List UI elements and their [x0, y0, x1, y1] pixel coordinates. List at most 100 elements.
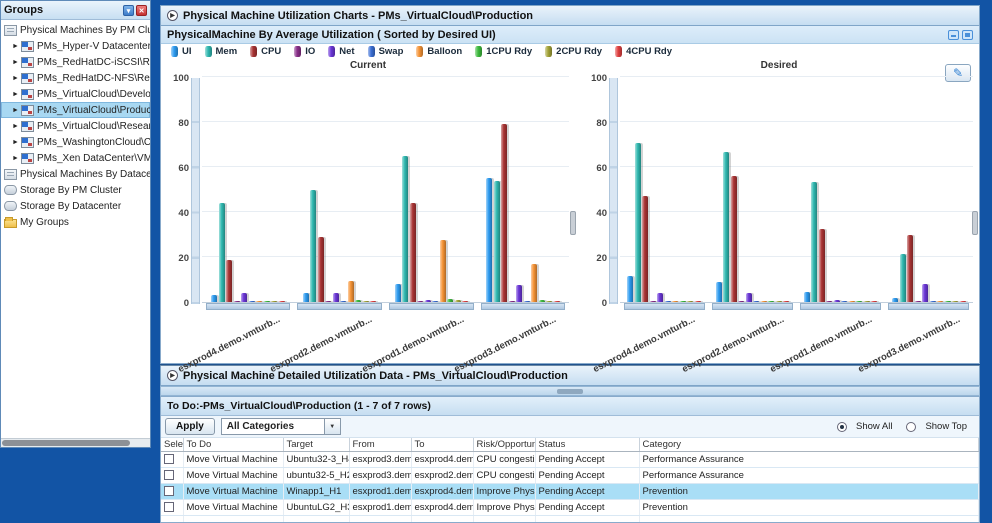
bar-swap[interactable]: [753, 301, 760, 302]
bar-ui[interactable]: [715, 281, 722, 302]
bar-mem[interactable]: [811, 181, 818, 302]
sidebar-item-pms-xen-datacenter-vmturbopro[interactable]: ► PMs_Xen DataCenter\VMTurboPro: [1, 150, 150, 166]
bar-swap[interactable]: [248, 301, 255, 302]
bar-io[interactable]: [914, 301, 921, 302]
bar-balloon[interactable]: [347, 280, 354, 302]
bar-cpu[interactable]: [317, 236, 324, 302]
bar-2cpu-rdy[interactable]: [362, 301, 369, 302]
bar-mem[interactable]: [634, 143, 641, 302]
bar-1cpu-rdy[interactable]: [355, 300, 362, 302]
table-row[interactable]: Move Virtual Machine Winapp1_H1 esxprod1.d…: [161, 483, 979, 500]
bar-net[interactable]: [745, 293, 752, 302]
bar-balloon[interactable]: [848, 301, 855, 302]
bar-ui[interactable]: [394, 284, 401, 302]
bar-1cpu-rdy[interactable]: [679, 301, 686, 302]
bar-1cpu-rdy[interactable]: [447, 298, 454, 302]
charts-section-header[interactable]: ▶ Physical Machine Utilization Charts - …: [160, 5, 980, 26]
bar-swap[interactable]: [841, 301, 848, 302]
bar-mem[interactable]: [723, 152, 730, 302]
show-top-radio[interactable]: [906, 421, 917, 432]
bar-1cpu-rdy[interactable]: [768, 301, 775, 302]
row-checkbox[interactable]: [164, 485, 174, 496]
chart-divider-grip[interactable]: [570, 211, 576, 235]
bar-io[interactable]: [649, 301, 656, 302]
bar-net[interactable]: [241, 293, 248, 302]
expand-arrow-icon[interactable]: ►: [12, 107, 21, 114]
sidebar-item-pms-redhatdc-iscsi-redhatclus[interactable]: ► PMs_RedHatDC-iSCSI\RedhatClus: [1, 54, 150, 70]
expand-arrow-icon[interactable]: ►: [12, 139, 21, 146]
table-row[interactable]: Move Virtual Machine UbuntuLG2_H3 esxprod1…: [161, 499, 979, 516]
bar-swap[interactable]: [340, 301, 347, 302]
sidebar-item-pms-virtualcloud-development[interactable]: ► PMs_VirtualCloud\Development: [1, 86, 150, 102]
bar-net[interactable]: [424, 299, 431, 302]
bar-4cpu-rdy[interactable]: [462, 300, 469, 302]
expand-arrow-icon[interactable]: ►: [12, 59, 21, 66]
bar-net[interactable]: [833, 299, 840, 302]
row-checkbox[interactable]: [164, 501, 174, 512]
column-header-target[interactable]: Target: [283, 438, 350, 452]
bar-cpu[interactable]: [907, 234, 914, 302]
splitter-grip[interactable]: [557, 389, 583, 394]
sidebar-item-storage-by-datacenter[interactable]: Storage By Datacenter: [1, 198, 150, 214]
row-checkbox[interactable]: [164, 453, 174, 464]
sidebar-item-pms-virtualcloud-research[interactable]: ► PMs_VirtualCloud\Research: [1, 118, 150, 134]
bar-io[interactable]: [233, 301, 240, 302]
sidebar-item-my-groups[interactable]: My Groups: [1, 214, 150, 230]
sidebar-item-pms-redhatdc-nfs-redhatcluste[interactable]: ► PMs_RedHatDC-NFS\RedHatCluste: [1, 70, 150, 86]
bar-2cpu-rdy[interactable]: [687, 301, 694, 302]
bar-cpu[interactable]: [501, 124, 508, 302]
bar-swap[interactable]: [664, 301, 671, 302]
column-header-risk-opportunity[interactable]: Risk/Opportunity: [473, 438, 536, 452]
column-header-from[interactable]: From: [349, 438, 412, 452]
expand-arrow-icon[interactable]: ►: [12, 91, 21, 98]
bar-io[interactable]: [508, 300, 515, 302]
bar-mem[interactable]: [493, 180, 500, 302]
bar-balloon[interactable]: [531, 263, 538, 302]
bar-2cpu-rdy[interactable]: [546, 300, 553, 302]
maximize-icon[interactable]: [962, 29, 973, 40]
bar-4cpu-rdy[interactable]: [553, 300, 560, 302]
bar-swap[interactable]: [432, 301, 439, 302]
bar-ui[interactable]: [803, 291, 810, 302]
bar-1cpu-rdy[interactable]: [538, 299, 545, 302]
bar-io[interactable]: [325, 301, 332, 302]
bar-1cpu-rdy[interactable]: [944, 301, 951, 302]
bar-4cpu-rdy[interactable]: [370, 301, 377, 302]
expand-icon[interactable]: ▶: [167, 10, 178, 21]
bar-net[interactable]: [657, 293, 664, 302]
close-icon[interactable]: ✕: [136, 4, 147, 16]
bar-1cpu-rdy[interactable]: [263, 301, 270, 302]
bar-ui[interactable]: [486, 178, 493, 302]
bar-1cpu-rdy[interactable]: [856, 301, 863, 302]
bar-ui[interactable]: [627, 276, 634, 302]
bar-4cpu-rdy[interactable]: [783, 301, 790, 302]
sidebar-horizontal-scrollbar[interactable]: [1, 438, 150, 447]
bar-io[interactable]: [738, 301, 745, 302]
bar-2cpu-rdy[interactable]: [454, 300, 461, 302]
sidebar-item-physical-machines-by-pm-cluster[interactable]: Physical Machines By PM Cluster: [1, 22, 150, 38]
bar-ui[interactable]: [302, 293, 309, 302]
expand-arrow-icon[interactable]: ►: [12, 123, 21, 130]
sidebar-item-pms-hyper-v-datacenter-hv-cluste[interactable]: ► PMs_Hyper-V Datacenter\hv-cluste: [1, 38, 150, 54]
bar-mem[interactable]: [402, 155, 409, 302]
minimize-icon[interactable]: [948, 29, 959, 40]
bar-cpu[interactable]: [642, 196, 649, 302]
column-header-status[interactable]: Status: [535, 438, 640, 452]
bar-balloon[interactable]: [760, 301, 767, 302]
column-header-to-do[interactable]: To Do: [183, 438, 284, 452]
table-row[interactable]: Move Virtual Machine Ubuntu32-3_H4 esxprod…: [161, 451, 979, 468]
bar-cpu[interactable]: [818, 228, 825, 302]
bar-net[interactable]: [516, 285, 523, 302]
bar-swap[interactable]: [523, 301, 530, 302]
panel-splitter[interactable]: [160, 386, 980, 396]
table-row[interactable]: Move Virtual Machine ubuntu32-5_H2 esxprod…: [161, 467, 979, 484]
bar-ui[interactable]: [892, 297, 899, 302]
bar-cpu[interactable]: [409, 203, 416, 302]
bar-mem[interactable]: [218, 203, 225, 302]
bar-balloon[interactable]: [256, 301, 263, 302]
column-header-category[interactable]: Category: [639, 438, 979, 452]
row-checkbox[interactable]: [164, 469, 174, 480]
expand-arrow-icon[interactable]: ►: [12, 75, 21, 82]
sidebar-item-pms-washingtoncloud-cloudprod[interactable]: ► PMs_WashingtonCloud\CloudProd: [1, 134, 150, 150]
bar-balloon[interactable]: [439, 240, 446, 302]
